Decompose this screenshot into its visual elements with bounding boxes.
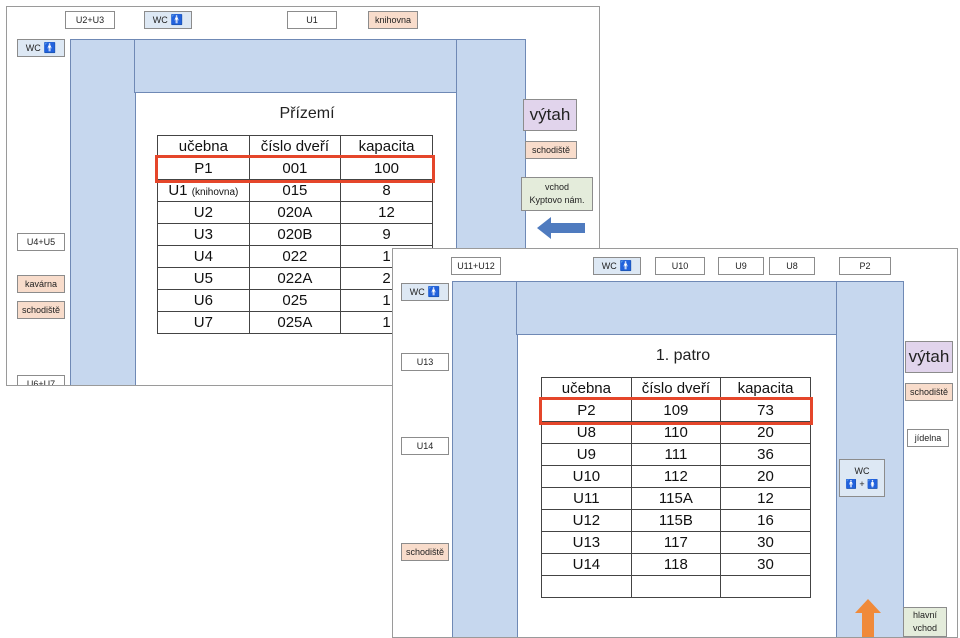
cell: 12 (720, 487, 811, 510)
cell (630, 575, 722, 598)
cell: U4 (157, 245, 250, 268)
cell: U6 (157, 289, 250, 312)
room-p2: P2 (839, 257, 891, 275)
wc-left: WC 🚹 (17, 39, 65, 57)
wc-label: WC (409, 287, 425, 297)
wc-label: WC (601, 261, 617, 271)
cell: 020B (248, 223, 342, 246)
ground-title: Přízemí (279, 105, 335, 122)
cell: U5 (157, 267, 250, 290)
cell: U12 (541, 509, 632, 532)
table-row (541, 575, 811, 598)
room-schodiste-left: schodiště (17, 301, 65, 319)
hlavni-line-2: vchod (912, 623, 938, 633)
cell: 20 (720, 465, 811, 488)
first-title: 1. patro (655, 347, 711, 364)
cell: 111 (630, 443, 722, 466)
cell: 112 (630, 465, 722, 488)
room-u8: U8 (769, 257, 815, 275)
person-icon: 🚹 (427, 286, 441, 298)
cell: 36 (720, 443, 811, 466)
cell: 117 (630, 531, 722, 554)
vytah-ground: výtah (523, 99, 577, 131)
wc-label: WC (152, 15, 168, 25)
room-u6u7: U6+U7 (17, 375, 65, 385)
cell: 16 (720, 509, 811, 532)
cell: U14 (541, 553, 632, 576)
room-u1: U1 (287, 11, 337, 29)
wc-left: WC 🚹 (401, 283, 449, 301)
hlavni-line-1: hlavní (912, 610, 938, 620)
person-icon: 🚹 (170, 14, 184, 26)
cell-text: U1 (168, 182, 188, 199)
cell: 30 (720, 553, 811, 576)
room-u10: U10 (655, 257, 705, 275)
cell: U10 (541, 465, 632, 488)
table-row: U12 115B 16 (541, 509, 811, 532)
cell: 115B (630, 509, 722, 532)
wc-top: WC 🚹 (144, 11, 192, 29)
cell: U11 (541, 487, 632, 510)
cell: 025 (248, 289, 342, 312)
highlight-p1 (155, 155, 435, 183)
room-u14: U14 (401, 437, 449, 455)
table-row: U2 020A 12 (157, 201, 433, 224)
cell: 30 (720, 531, 811, 554)
cell (720, 575, 811, 598)
corridor-top (134, 39, 458, 93)
corridor-top (516, 281, 838, 335)
table-row: U9 111 36 (541, 443, 811, 466)
room-kavarna: kavárna (17, 275, 65, 293)
corridor-left (70, 39, 136, 385)
cell: 022A (248, 267, 342, 290)
hlavni-vchod: hlavní vchod (903, 607, 947, 637)
cell: 025A (248, 311, 342, 334)
vchod-ground: vchod Kyptovo nám. (521, 177, 593, 211)
person-icon: 🚹 (43, 42, 57, 54)
cell: U7 (157, 311, 250, 334)
cell-suffix: (knihovna) (191, 187, 239, 198)
cell (541, 575, 632, 598)
person-icon: 🚹 (619, 260, 633, 272)
wc-label: WC (25, 43, 41, 53)
cell: 9 (340, 223, 433, 246)
cell: U9 (541, 443, 632, 466)
corridor-left (452, 281, 518, 637)
cell: 12 (340, 201, 433, 224)
table-row: U10 112 20 (541, 465, 811, 488)
table-row: U3 020B 9 (157, 223, 433, 246)
wc-mid: WC 🚹 + 🚺 (839, 459, 885, 497)
left-arrow-icon (537, 217, 585, 239)
table-row: U14 118 30 (541, 553, 811, 576)
table-row: U11 115A 12 (541, 487, 811, 510)
cell: 020A (248, 201, 342, 224)
wc-top: WC 🚹 (593, 257, 641, 275)
first-floor-panel: U11+U12 WC 🚹 U10 U9 U8 P2 WC 🚹 U13 U14 sch… (392, 248, 958, 638)
cell: 022 (248, 245, 342, 268)
room-knihovna: knihovna (368, 11, 418, 29)
room-u11u12: U11+U12 (451, 257, 501, 275)
schodiste-right-ground: schodiště (525, 141, 577, 159)
vytah-first: výtah (905, 341, 953, 373)
room-u13: U13 (401, 353, 449, 371)
cell: 115A (630, 487, 722, 510)
vchod-line-2: Kyptovo nám. (529, 195, 585, 205)
vchod-line-1: vchod (544, 182, 570, 192)
highlight-p2 (539, 397, 813, 425)
room-jidelna: jídelna (907, 429, 949, 447)
up-arrow-icon (855, 599, 881, 637)
person-icon: 🚹 + 🚺 (845, 479, 879, 489)
room-u9: U9 (718, 257, 764, 275)
room-u4u5: U4+U5 (17, 233, 65, 251)
wc-label: WC (854, 466, 870, 476)
cell: U13 (541, 531, 632, 554)
cell: U2 (157, 201, 250, 224)
cell: U3 (157, 223, 250, 246)
cell: 118 (630, 553, 722, 576)
schodiste-right-first: schodiště (905, 383, 953, 401)
room-schodiste-left: schodiště (401, 543, 449, 561)
table-row: U13 117 30 (541, 531, 811, 554)
room-u2u3: U2+U3 (65, 11, 115, 29)
